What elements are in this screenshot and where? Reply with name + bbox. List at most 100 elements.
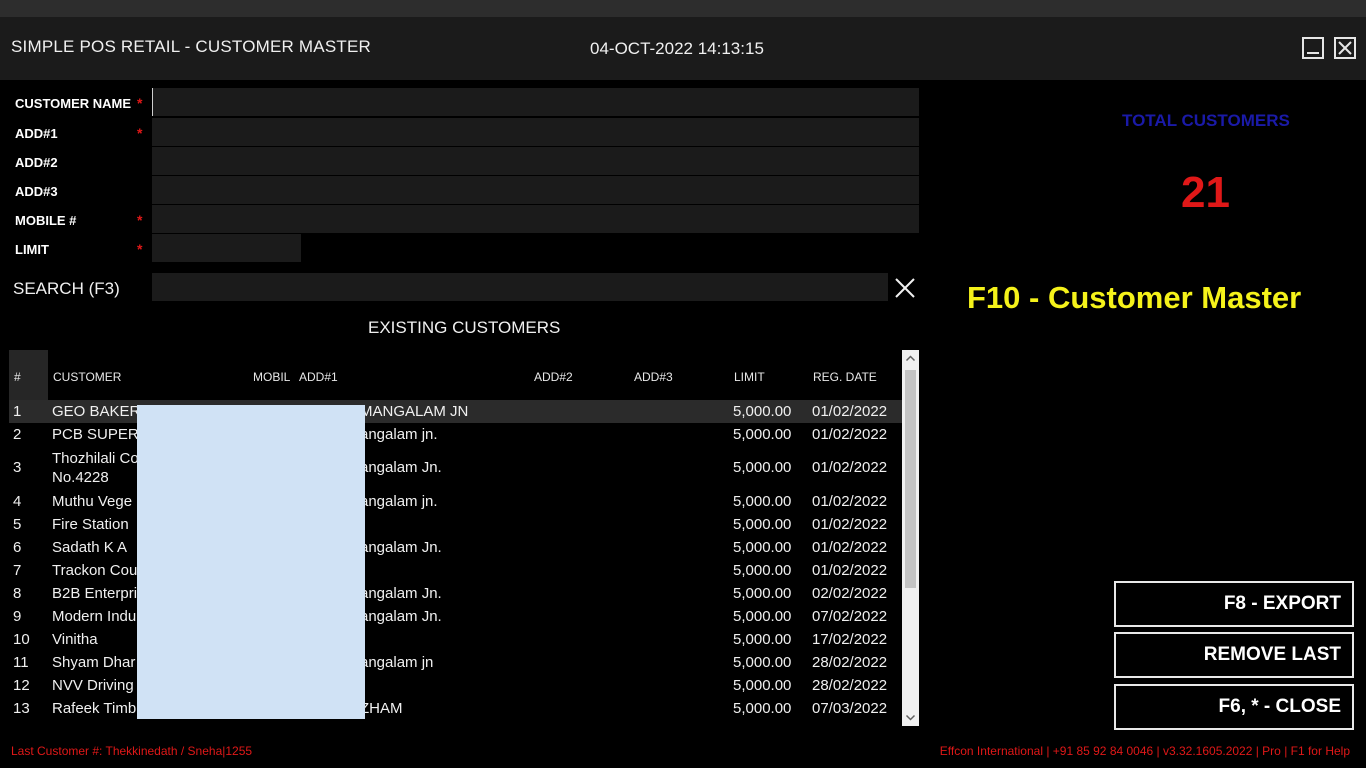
search-label: SEARCH (F3) [13,279,120,298]
cell-limit: 5,000.00 [733,584,792,602]
cell-limit: 5,000.00 [733,515,792,533]
cell-add1: MANGALAM JN [360,402,469,420]
add1-input[interactable] [152,118,919,146]
search-input[interactable] [152,273,888,301]
column-header-mobile[interactable]: MOBIL [253,370,290,384]
cell-no: 3 [13,459,22,476]
cell-customer: Thozhilali Co No.4228 [52,450,139,486]
cell-reg-date: 07/03/2022 [812,699,888,717]
cell-reg-date: 01/02/2022 [812,459,888,476]
export-button[interactable]: F8 - EXPORT [1114,581,1354,627]
cell-customer: NVV Driving [52,676,134,694]
cell-customer: Fire Station [52,515,129,533]
search-clear-button[interactable] [893,276,917,300]
cell-no: 8 [13,584,22,602]
cell-add1: ZHAM [360,699,403,717]
mode-label: F10 - Customer Master [967,280,1302,315]
cell-customer: Shyam Dhar [52,653,136,671]
cell-add1: angalam Jn. [360,538,442,556]
cell-limit: 5,000.00 [733,699,792,717]
column-header-add2[interactable]: ADD#2 [534,370,573,384]
cell-no: 1 [13,402,22,420]
add3-label: ADD#3 [15,184,58,199]
customer-name-input[interactable] [152,88,919,116]
cell-no: 9 [13,607,22,625]
datetime-display: 04-OCT-2022 14:13:15 [590,39,764,58]
column-header-limit[interactable]: LIMIT [734,370,765,384]
mobile-label: MOBILE # [15,213,77,228]
cell-reg-date: 01/02/2022 [812,515,888,533]
limit-input[interactable] [152,234,301,262]
cell-add1: angalam Jn. [360,607,442,625]
last-customer-status: Last Customer #: Thekkinedath / Sneha|12… [11,744,253,758]
column-header-no[interactable]: # [14,370,21,384]
scroll-thumb[interactable] [905,370,916,588]
cell-limit: 5,000.00 [733,425,792,443]
minimize-button[interactable] [1302,37,1324,59]
cell-customer: B2B Enterpri [52,584,138,602]
existing-customers-title: EXISTING CUSTOMERS [368,318,561,337]
cell-reg-date: 28/02/2022 [812,653,888,671]
cell-customer: GEO BAKERY [52,402,151,420]
limit-label: LIMIT [15,242,49,257]
cell-customer: Rafeek Timb [52,699,137,717]
cell-limit: 5,000.00 [733,630,792,648]
chevron-down-icon [905,714,916,721]
column-header-customer[interactable]: CUSTOMER [53,370,121,384]
cell-no: 10 [13,630,30,648]
cell-no: 4 [13,492,22,510]
cell-no: 6 [13,538,22,556]
cell-customer: Vinitha [52,630,98,648]
cell-limit: 5,000.00 [733,402,792,420]
add2-input[interactable] [152,147,919,175]
cell-no: 5 [13,515,22,533]
title-bar: SIMPLE POS RETAIL - CUSTOMER MASTER 04-O… [0,17,1366,80]
column-header-reg-date[interactable]: REG. DATE [813,370,877,384]
cell-reg-date: 01/02/2022 [812,538,888,556]
cell-no: 13 [13,699,30,717]
cell-no: 7 [13,561,22,579]
cell-reg-date: 01/02/2022 [812,425,888,443]
cell-reg-date: 17/02/2022 [812,630,888,648]
total-customers-count: 21 [1181,168,1230,217]
cell-customer: Muthu Vege [52,492,133,510]
required-mark: * [137,212,143,228]
scroll-up-button[interactable] [902,350,919,367]
cell-customer: Modern Indu [52,607,137,625]
cell-limit: 5,000.00 [733,561,792,579]
cell-no: 12 [13,676,30,694]
close-icon [1338,41,1352,55]
window-close-button[interactable] [1334,37,1356,59]
required-mark: * [137,95,143,111]
mobile-input[interactable] [152,205,919,233]
total-customers-label: TOTAL CUSTOMERS [1122,111,1290,130]
cell-add1: angalam jn [360,653,434,671]
cell-add1: angalam jn. [360,492,438,510]
grid-scrollbar[interactable] [902,350,919,726]
app-title: SIMPLE POS RETAIL - CUSTOMER MASTER [11,37,371,56]
cell-reg-date: 01/02/2022 [812,561,888,579]
cell-add1: angalam Jn. [360,459,442,476]
column-header-add3[interactable]: ADD#3 [634,370,673,384]
add1-label: ADD#1 [15,126,58,141]
cell-reg-date: 01/02/2022 [812,402,888,420]
cell-no: 2 [13,425,22,443]
cell-limit: 5,000.00 [733,607,792,625]
cell-reg-date: 01/02/2022 [812,492,888,510]
add3-input[interactable] [152,176,919,204]
close-button[interactable]: F6, * - CLOSE [1114,684,1354,730]
top-strip [0,0,1366,17]
cell-limit: 5,000.00 [733,653,792,671]
cell-reg-date: 28/02/2022 [812,676,888,694]
cell-no: 11 [13,653,29,671]
chevron-up-icon [905,355,916,362]
remove-last-button[interactable]: REMOVE LAST [1114,632,1354,678]
close-icon [895,278,915,298]
column-header-add1[interactable]: ADD#1 [299,370,338,384]
cell-limit: 5,000.00 [733,676,792,694]
scroll-down-button[interactable] [902,709,919,726]
cell-reg-date: 07/02/2022 [812,607,888,625]
cell-add1: angalam jn. [360,425,438,443]
required-mark: * [137,125,143,141]
cell-reg-date: 02/02/2022 [812,584,888,602]
